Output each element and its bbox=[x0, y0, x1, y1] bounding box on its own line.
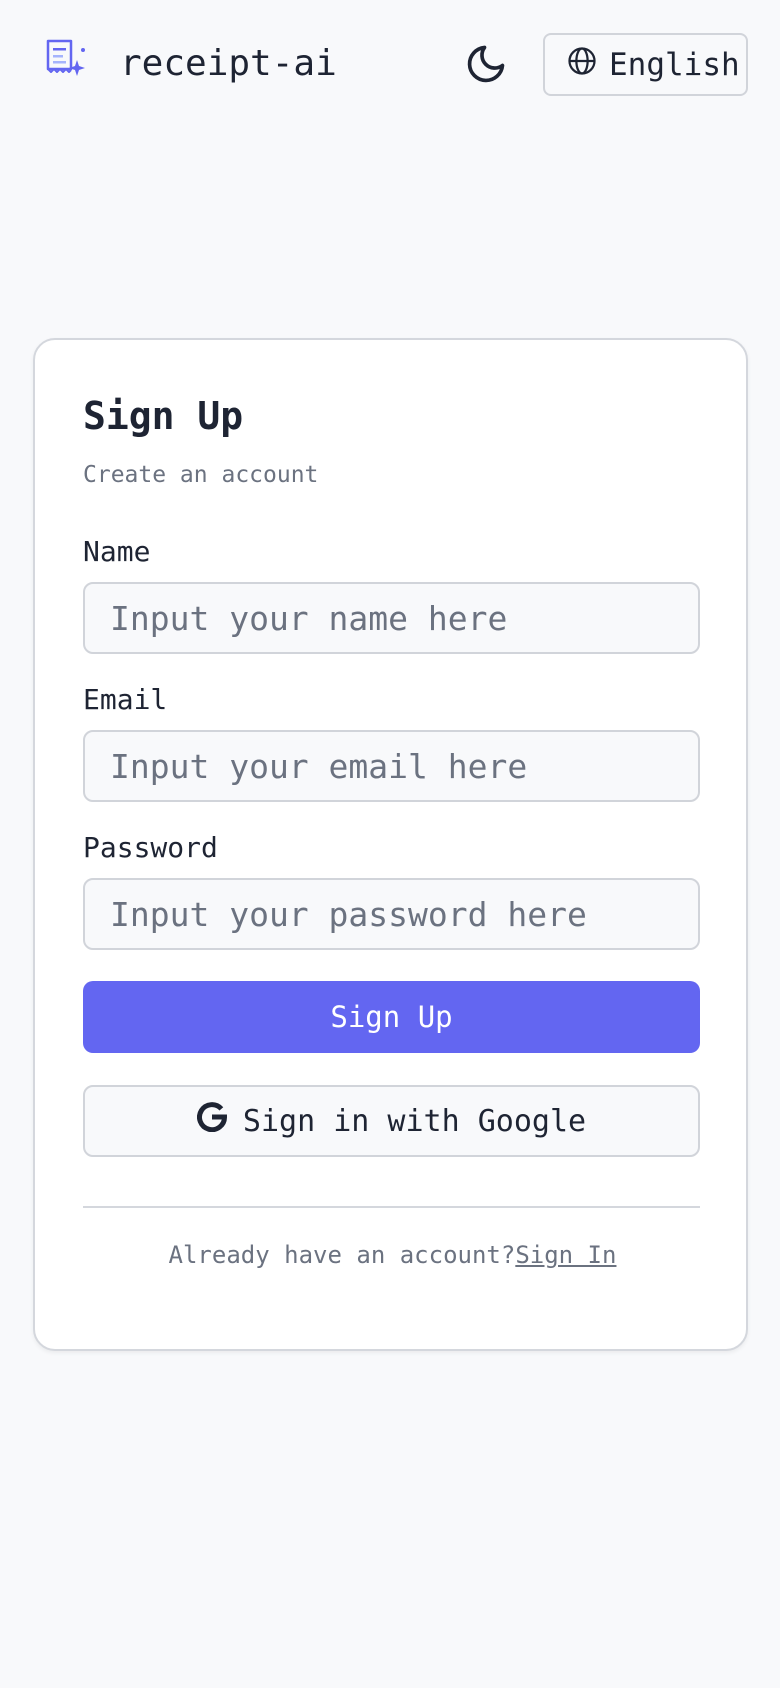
sign-up-button-label: Sign Up bbox=[330, 1000, 453, 1034]
signin-prompt: Already have an account?Sign In bbox=[35, 1240, 750, 1270]
language-label: English bbox=[609, 46, 740, 83]
password-input[interactable] bbox=[83, 878, 700, 950]
sign-up-button[interactable]: Sign Up bbox=[83, 981, 700, 1053]
app-title: receipt-ai bbox=[120, 43, 337, 84]
form-title: Sign Up bbox=[83, 394, 244, 438]
moon-icon bbox=[464, 42, 508, 90]
theme-toggle-button[interactable] bbox=[462, 42, 510, 90]
email-label: Email bbox=[83, 683, 168, 716]
google-sign-in-button[interactable]: Sign in with Google bbox=[83, 1085, 700, 1157]
email-input[interactable] bbox=[83, 730, 700, 802]
app-header: receipt-ai English bbox=[0, 0, 780, 130]
signin-prompt-text: Already have an account? bbox=[168, 1241, 516, 1269]
divider bbox=[83, 1206, 700, 1208]
name-label: Name bbox=[83, 535, 151, 568]
google-sign-in-label: Sign in with Google bbox=[242, 1103, 587, 1139]
signup-card: Sign Up Create an account Name Email Pas… bbox=[33, 338, 748, 1351]
receipt-sparkle-icon bbox=[44, 38, 88, 82]
form-subtitle: Create an account bbox=[83, 462, 319, 488]
globe-icon bbox=[567, 46, 597, 84]
language-select-button[interactable]: English bbox=[543, 33, 748, 96]
password-label: Password bbox=[83, 831, 218, 864]
sign-in-link[interactable]: Sign In bbox=[515, 1241, 616, 1269]
name-input[interactable] bbox=[83, 582, 700, 654]
google-icon bbox=[196, 1102, 227, 1140]
